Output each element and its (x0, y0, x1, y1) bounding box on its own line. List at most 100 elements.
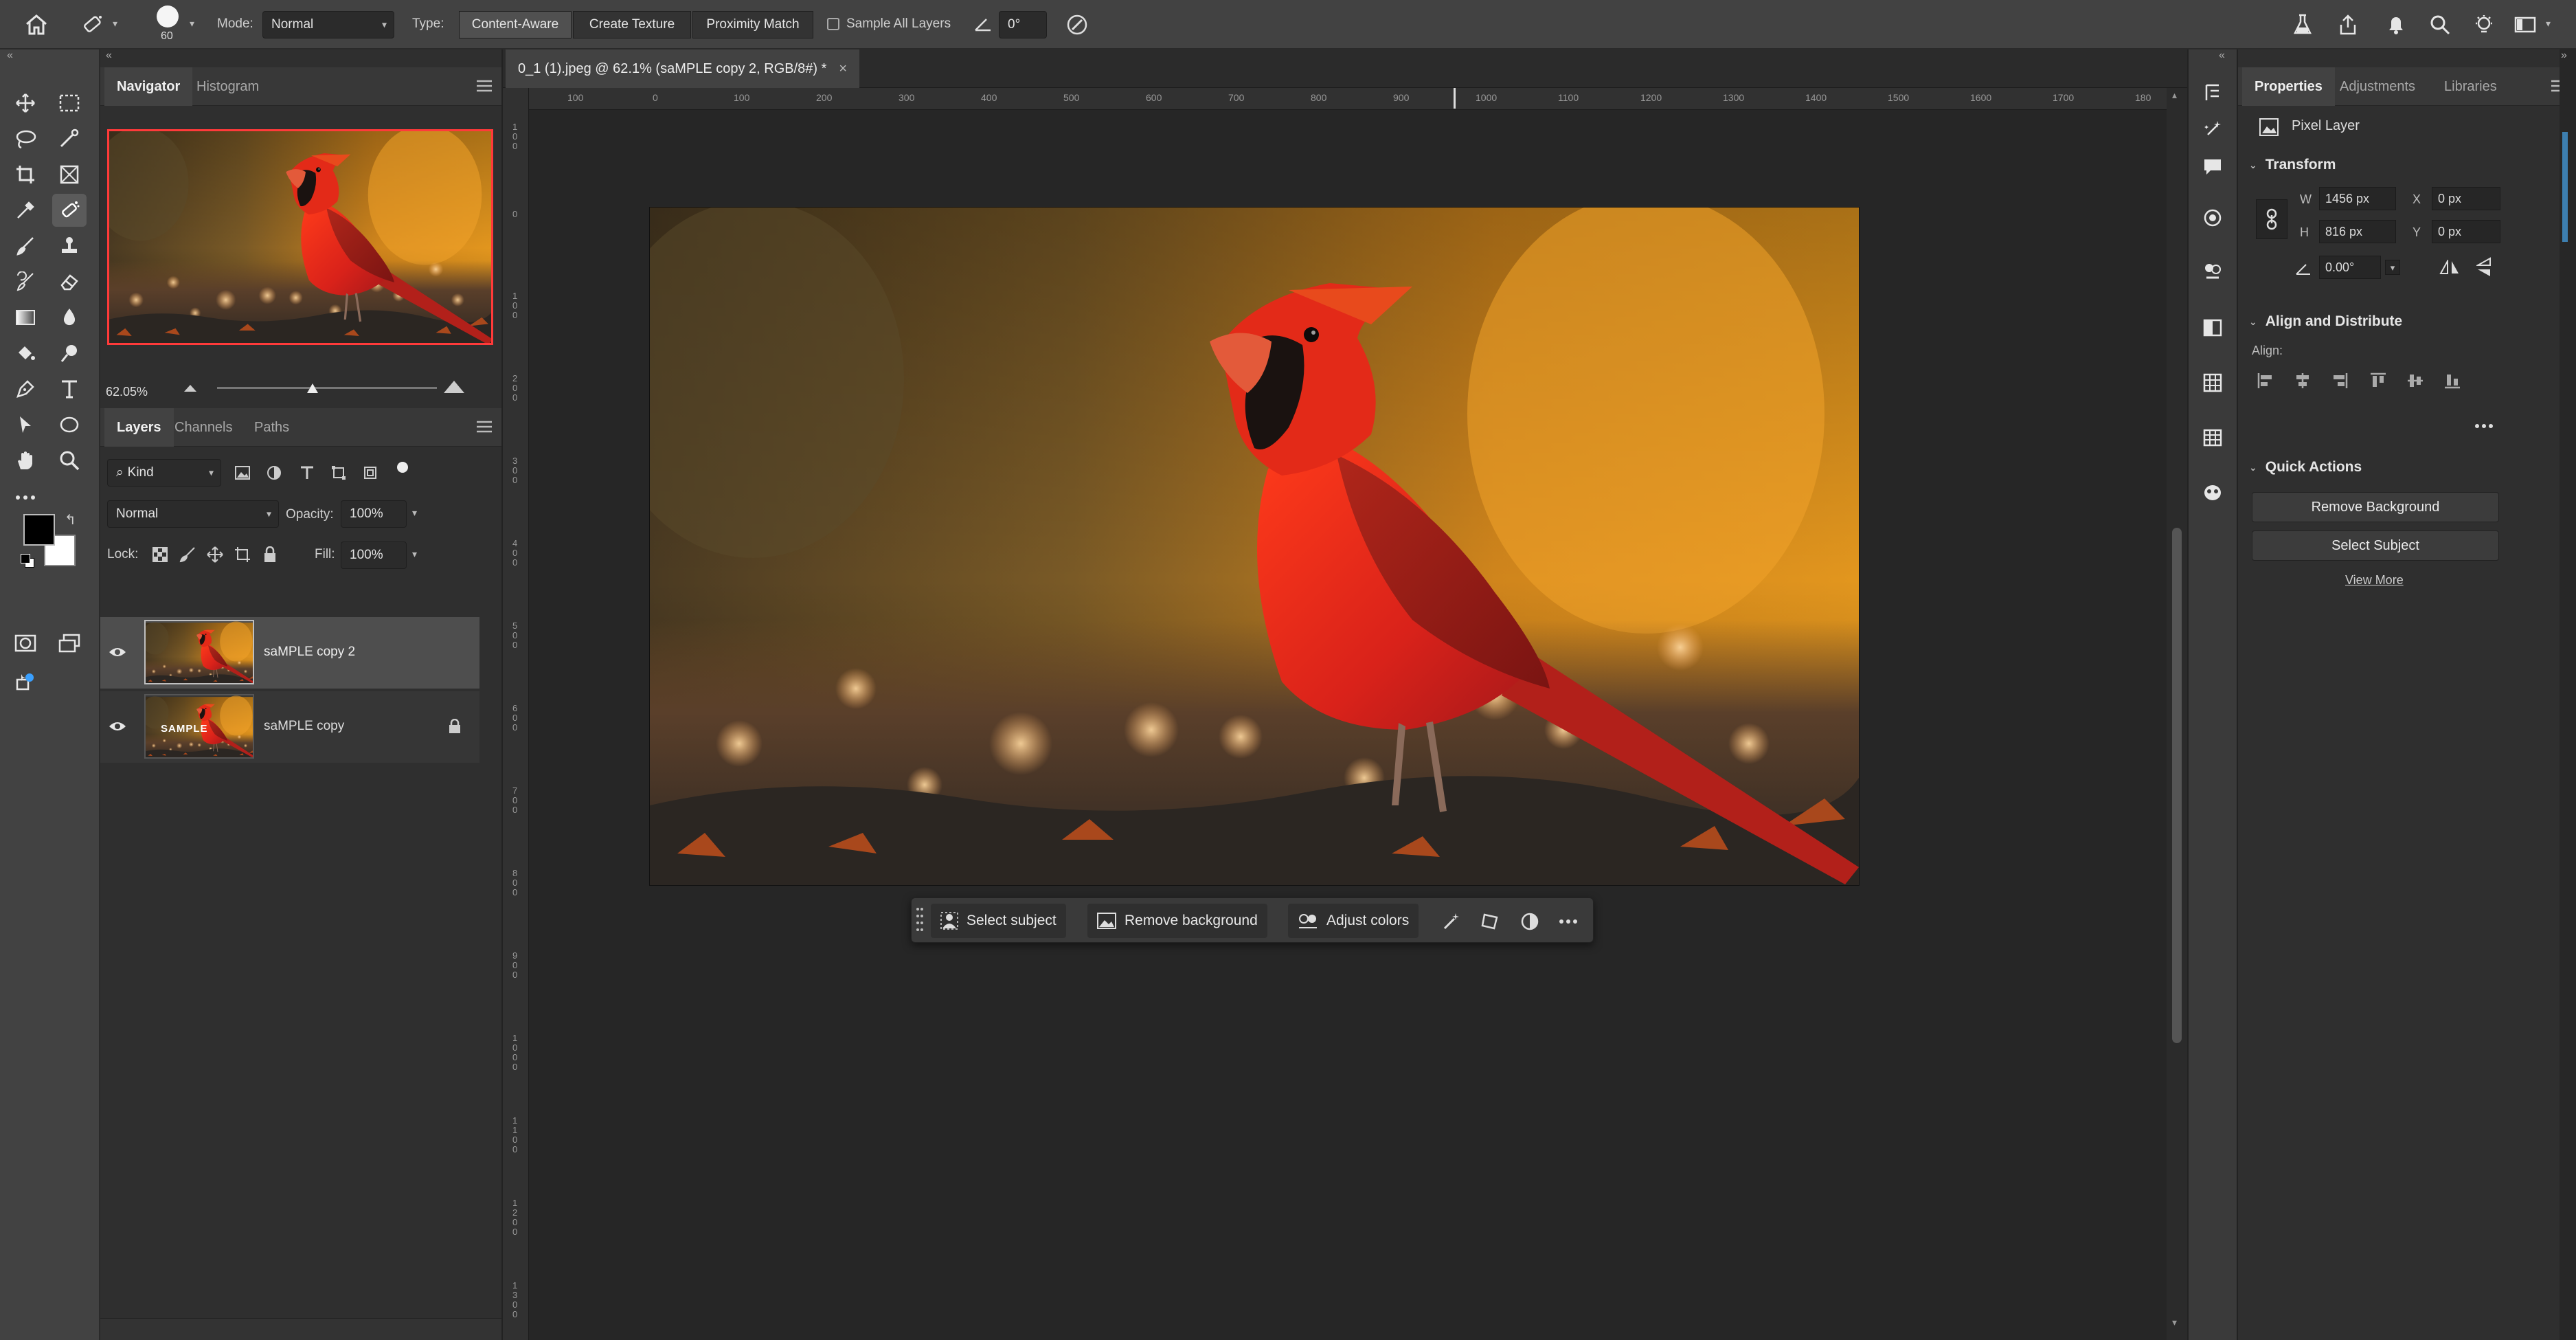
default-colors-icon[interactable] (19, 552, 36, 569)
type-proximity-match-button[interactable]: Proximity Match (692, 11, 813, 38)
tables-panel-icon[interactable] (2197, 422, 2228, 454)
frame-tool-icon[interactable] (52, 158, 87, 191)
spot-healing-brush-tool-icon[interactable] (52, 194, 87, 227)
document-tab[interactable]: 0_1 (1).jpeg @ 62.1% (saMPLE copy 2, RGB… (506, 49, 860, 88)
move-tool-icon[interactable] (8, 87, 43, 120)
dodge-tool-icon[interactable] (52, 337, 87, 370)
remove-background-button[interactable]: Remove Background (2252, 492, 2499, 522)
flip-horizontal-icon[interactable] (2437, 257, 2462, 278)
height-input[interactable]: 816 px (2319, 220, 2396, 243)
foreground-color-swatch[interactable] (23, 514, 55, 546)
labs-flask-icon[interactable] (2287, 10, 2318, 40)
zoom-tool-icon[interactable] (52, 444, 87, 477)
transform-section-header[interactable]: ⌄ Transform (2249, 157, 2336, 173)
tab-histogram[interactable]: Histogram (196, 67, 259, 106)
navigator-preview[interactable] (107, 129, 493, 345)
filter-type-layers-icon[interactable] (295, 462, 319, 484)
path-selection-tool-icon[interactable] (8, 408, 43, 441)
cardinal-photo[interactable] (650, 208, 1859, 885)
hand-tool-icon[interactable] (8, 444, 43, 477)
history-brush-tool-icon[interactable] (8, 265, 43, 298)
remove-background-button[interactable]: Remove background (1087, 904, 1267, 938)
more-tools-icon[interactable] (8, 481, 43, 514)
marquee-tool-icon[interactable] (52, 87, 87, 120)
mode-select[interactable]: Normal ▾ (262, 11, 394, 38)
brush-picker-chevron-icon[interactable]: ▾ (190, 18, 194, 30)
brush-size-picker[interactable]: 60 (151, 4, 190, 47)
paint-bucket-tool-icon[interactable] (8, 337, 43, 370)
dock-collapse-icon[interactable]: « (2219, 49, 2225, 62)
navigator-zoom-value[interactable]: 62.05% (106, 385, 148, 399)
width-input[interactable]: 1456 px (2319, 187, 2396, 210)
discover-lightbulb-icon[interactable] (2469, 10, 2499, 40)
more-options-icon[interactable] (1555, 908, 1582, 935)
drag-handle-icon[interactable] (916, 906, 924, 935)
layer-name[interactable]: saMPLE copy 2 (264, 645, 355, 660)
edge-collapse-icon[interactable]: » (2561, 49, 2567, 62)
zoom-slider-thumb[interactable] (306, 382, 319, 394)
lock-position-icon[interactable] (205, 544, 225, 565)
fill-input[interactable]: 100% (341, 541, 407, 569)
adjust-colors-button[interactable]: Adjust colors (1288, 904, 1419, 938)
magic-wand-icon[interactable] (1438, 908, 1465, 935)
navigator-view-rectangle[interactable] (107, 129, 493, 345)
scroll-thumb[interactable] (2172, 528, 2182, 1043)
filter-toggle-icon[interactable] (397, 462, 408, 473)
brush-tool-icon[interactable] (8, 230, 43, 263)
filter-adjustment-layers-icon[interactable] (262, 462, 286, 484)
collapse-arrows-icon[interactable]: « (7, 49, 13, 62)
quick-mask-icon[interactable] (8, 627, 43, 660)
gradients-panel-icon[interactable] (2197, 312, 2228, 344)
layer-row[interactable]: SAMPLE saMPLE copy (100, 691, 479, 763)
quick-actions-section-header[interactable]: ⌄ Quick Actions (2249, 459, 2362, 476)
ellipse-tool-icon[interactable] (52, 408, 87, 441)
view-more-link[interactable]: View More (2345, 573, 2404, 588)
vertical-ruler[interactable]: 1 0 0 0 1 0 0 2 0 0 3 0 0 4 0 0 5 0 0 6 … (503, 88, 529, 1340)
layer-name[interactable]: saMPLE copy (264, 719, 344, 734)
tab-properties[interactable]: Properties (2242, 67, 2335, 106)
lock-artboard-icon[interactable] (232, 544, 253, 565)
tab-channels[interactable]: Channels (174, 408, 233, 447)
layer-filter-kind-select[interactable]: ⌕ Kind ▾ (107, 459, 221, 487)
align-bottom-edges-icon[interactable] (2440, 368, 2465, 393)
tab-navigator[interactable]: Navigator (104, 67, 193, 106)
horizontal-ruler[interactable]: 100 0 100 200 300 400 500 600 700 800 90… (529, 88, 2167, 110)
workspace-chevron-icon[interactable]: ▾ (2546, 18, 2551, 30)
select-subject-button[interactable]: Select Subject (2252, 531, 2499, 561)
align-vertical-centers-icon[interactable] (2403, 368, 2428, 393)
contrast-icon[interactable] (1516, 908, 1544, 935)
tab-paths[interactable]: Paths (254, 408, 289, 447)
fill-chevron-icon[interactable]: ▾ (412, 548, 417, 560)
panel-collapse-icon[interactable]: « (106, 49, 112, 62)
opacity-input[interactable]: 100% (341, 500, 407, 528)
filter-shape-layers-icon[interactable] (327, 462, 350, 484)
crop-tool-icon[interactable] (8, 158, 43, 191)
flip-vertical-icon[interactable] (2472, 257, 2496, 278)
rotate-angle-input[interactable]: 0.00° (2319, 256, 2381, 279)
close-icon[interactable]: × (839, 61, 847, 77)
eye-visibility-icon[interactable] (107, 716, 128, 737)
sample-all-layers-checkbox[interactable] (827, 18, 839, 30)
generate-image-icon[interactable] (2197, 114, 2228, 146)
filter-pixel-layers-icon[interactable] (231, 462, 254, 484)
align-horizontal-centers-icon[interactable] (2290, 368, 2315, 393)
clone-stamp-tool-icon[interactable] (52, 230, 87, 263)
more-align-options-icon[interactable] (2470, 419, 2498, 433)
scroll-up-arrow-icon[interactable]: ▴ (2172, 89, 2177, 101)
lock-transparent-pixels-icon[interactable] (150, 544, 170, 565)
screen-mode-icon[interactable] (52, 627, 87, 660)
eraser-tool-icon[interactable] (52, 265, 87, 298)
share-icon[interactable] (2333, 10, 2363, 40)
type-tool-icon[interactable] (52, 372, 87, 405)
search-icon[interactable] (2425, 10, 2455, 40)
healing-brush-tool-preset-icon[interactable] (77, 10, 109, 40)
angle-input[interactable]: 0° (999, 11, 1047, 38)
align-left-edges-icon[interactable] (2253, 368, 2278, 393)
lock-all-icon[interactable] (260, 544, 280, 565)
lasso-tool-icon[interactable] (8, 122, 43, 155)
x-input[interactable]: 0 px (2432, 187, 2500, 210)
blend-mode-select[interactable]: Normal ▾ (107, 500, 279, 528)
pressure-size-icon[interactable] (1062, 10, 1092, 40)
eyedropper-tool-icon[interactable] (8, 194, 43, 227)
zoom-out-icon[interactable] (183, 382, 198, 393)
